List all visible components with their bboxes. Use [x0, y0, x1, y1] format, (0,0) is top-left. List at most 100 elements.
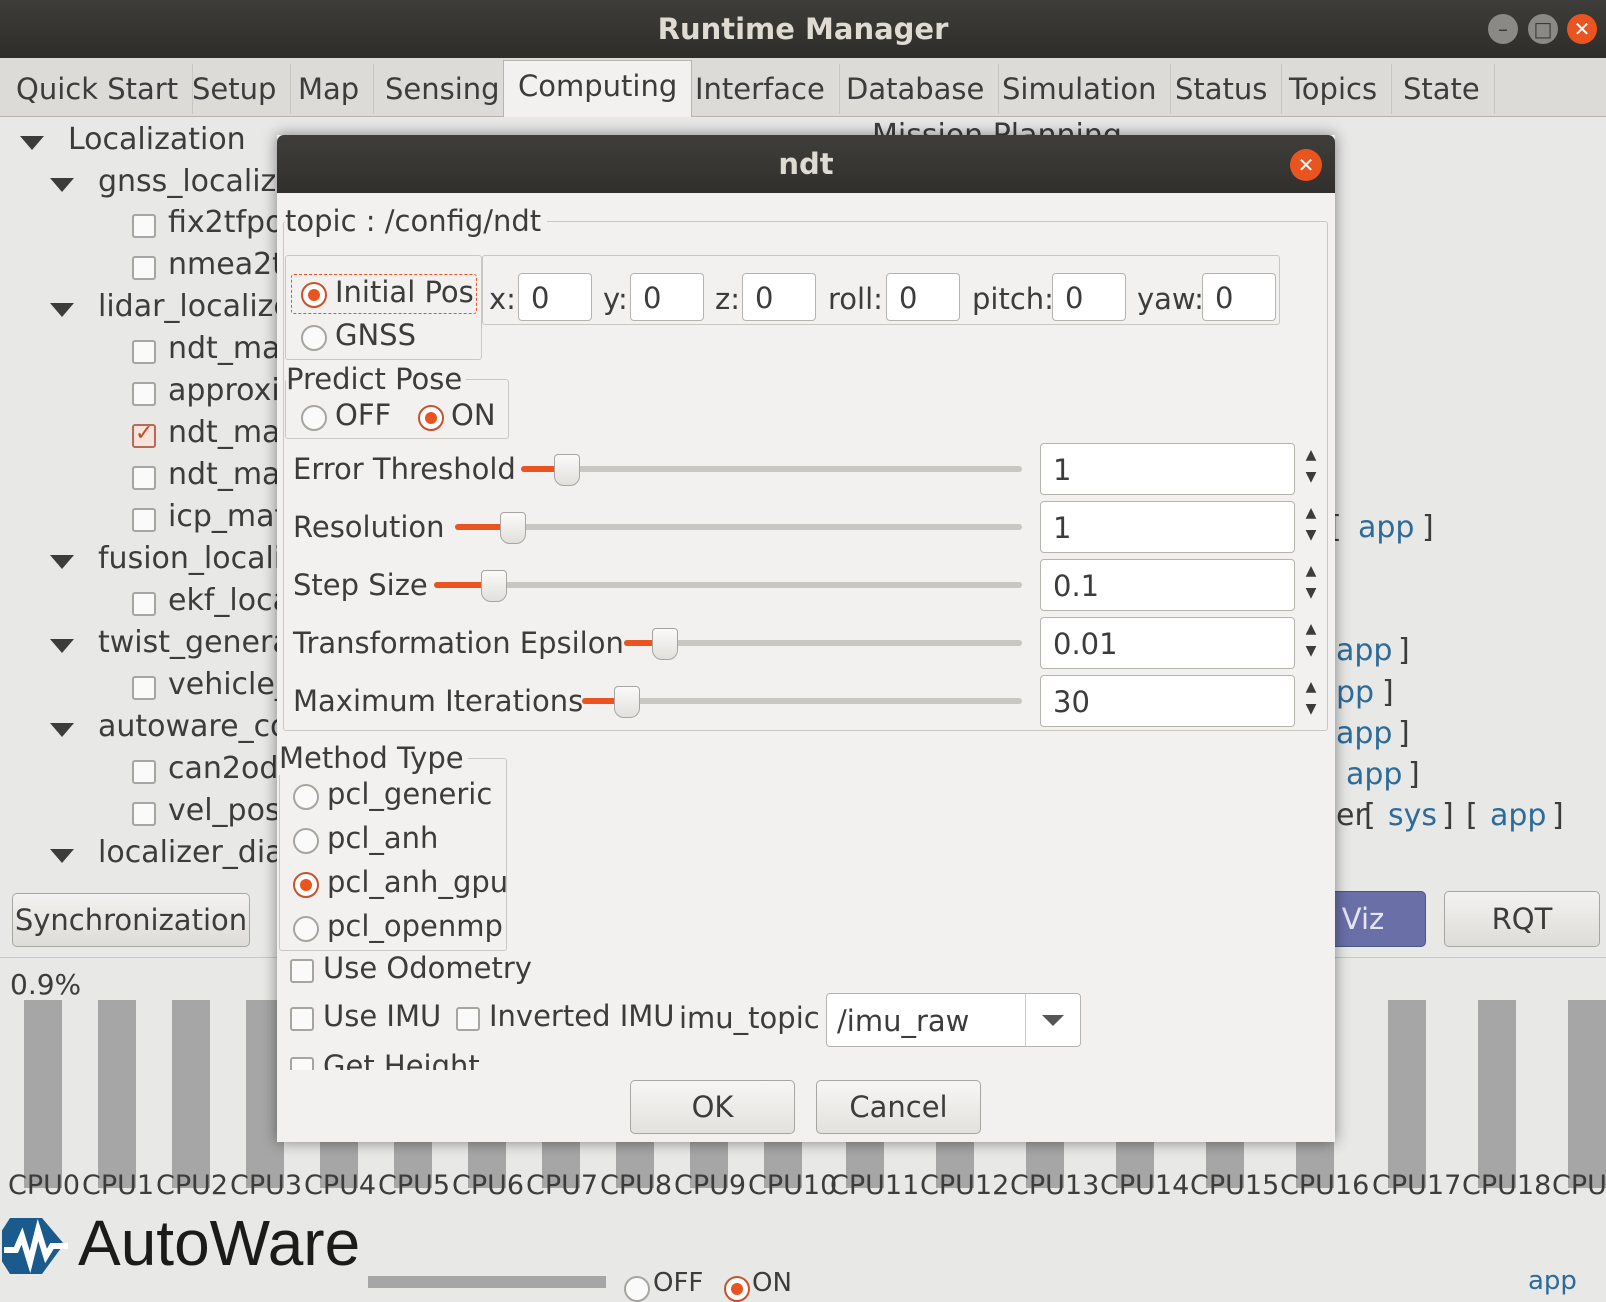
spin-up-icon[interactable]: ▲ — [1303, 447, 1319, 463]
app-link[interactable]: app — [1336, 633, 1392, 668]
tab-status[interactable]: Status — [1161, 64, 1283, 114]
app-link[interactable]: app — [1490, 798, 1546, 833]
inverted-imu-label[interactable]: Inverted IMU — [489, 999, 675, 1033]
get-height-label[interactable]: Get Height — [323, 1052, 480, 1070]
checkbox[interactable] — [132, 466, 156, 490]
predict-off-label[interactable]: OFF — [335, 398, 391, 432]
step-size-slider[interactable] — [434, 570, 1022, 602]
transformation-epsilon-input[interactable]: 0.01 — [1040, 617, 1295, 669]
pcl-openmp-label[interactable]: pcl_openmp — [327, 909, 503, 943]
transformation-epsilon-slider[interactable] — [624, 628, 1022, 660]
tree-localization[interactable]: Localization — [68, 122, 246, 157]
app-link[interactable]: app — [1528, 1266, 1577, 1296]
spin-up-icon[interactable]: ▲ — [1303, 505, 1319, 521]
tab-state[interactable]: State — [1389, 64, 1495, 114]
expand-arrow-icon[interactable] — [50, 723, 74, 737]
expand-arrow-icon[interactable] — [50, 303, 74, 317]
error-threshold-input[interactable]: 1 — [1040, 443, 1295, 495]
app-link[interactable]: pp — [1336, 675, 1374, 710]
tab-database[interactable]: Database — [832, 64, 1000, 114]
chevron-down-icon[interactable] — [1042, 1015, 1064, 1026]
tree-lidar-localizer[interactable]: lidar_localize — [98, 289, 292, 324]
app-link[interactable]: app — [1346, 757, 1402, 792]
expand-arrow-icon[interactable] — [20, 136, 44, 150]
tab-sensing[interactable]: Sensing — [371, 64, 515, 114]
expand-arrow-icon[interactable] — [50, 555, 74, 569]
gnss-label[interactable]: GNSS — [335, 318, 416, 352]
resolution-input[interactable]: 1 — [1040, 501, 1295, 553]
ok-button[interactable]: OK — [630, 1080, 795, 1134]
pcl-anh-gpu-label[interactable]: pcl_anh_gpu — [327, 865, 508, 899]
checkbox[interactable] — [132, 256, 156, 280]
checkbox[interactable] — [132, 214, 156, 238]
rqt-button[interactable]: RQT — [1444, 891, 1600, 947]
predict-on-label[interactable]: ON — [451, 398, 496, 432]
radio-off[interactable] — [624, 1276, 650, 1302]
use-odometry-label[interactable]: Use Odometry — [323, 951, 532, 985]
app-link[interactable]: app — [1358, 510, 1414, 545]
use-odometry-checkbox[interactable] — [290, 959, 314, 983]
spin-down-icon[interactable]: ▼ — [1303, 469, 1319, 485]
spin-down-icon[interactable]: ▼ — [1303, 643, 1319, 659]
radio-pcl-anh[interactable] — [293, 828, 319, 854]
spin-down-icon[interactable]: ▼ — [1303, 527, 1319, 543]
checkbox[interactable] — [132, 508, 156, 532]
get-height-checkbox[interactable] — [290, 1057, 314, 1070]
sys-link[interactable]: sys — [1388, 798, 1437, 833]
spin-up-icon[interactable]: ▲ — [1303, 621, 1319, 637]
checkbox[interactable] — [132, 340, 156, 364]
x-input[interactable]: 0 — [518, 273, 592, 321]
tab-computing[interactable]: Computing — [503, 60, 693, 117]
checkbox-checked[interactable] — [132, 421, 156, 448]
pcl-generic-label[interactable]: pcl_generic — [327, 777, 492, 811]
initial-pos-label[interactable]: Initial Pos — [335, 275, 474, 309]
tree-nmea2tfpose[interactable]: nmea2tf — [168, 247, 295, 282]
imu-topic-combobox[interactable]: /imu_raw — [826, 993, 1081, 1047]
spin-up-icon[interactable]: ▲ — [1303, 679, 1319, 695]
yaw-input[interactable]: 0 — [1202, 273, 1276, 321]
tree-vehicle[interactable]: vehicle_ — [168, 667, 290, 702]
radio-initial-pos[interactable] — [301, 282, 327, 308]
tree-ekf-localizer[interactable]: ekf_loca — [168, 583, 291, 618]
z-input[interactable]: 0 — [742, 273, 816, 321]
tree-icp-matching[interactable]: icp_mat — [168, 499, 286, 534]
tab-topics[interactable]: Topics — [1275, 64, 1393, 114]
tab-interface[interactable]: Interface — [681, 64, 840, 114]
error-threshold-slider[interactable] — [521, 454, 1022, 486]
tab-map[interactable]: Map — [284, 64, 375, 114]
y-input[interactable]: 0 — [630, 273, 704, 321]
tree-twist-generator[interactable]: twist_generat — [98, 625, 302, 660]
radio-predict-on[interactable] — [418, 405, 444, 431]
tab-setup[interactable]: Setup — [178, 64, 292, 114]
tab-simulation[interactable]: Simulation — [988, 64, 1172, 114]
radio-pcl-openmp[interactable] — [293, 916, 319, 942]
radio-gnss[interactable] — [301, 325, 327, 351]
resolution-slider[interactable] — [455, 512, 1022, 544]
maximize-icon[interactable]: □ — [1528, 14, 1558, 44]
tree-fix2tfpose[interactable]: fix2tfpo — [168, 205, 283, 240]
tree-fusion-localizer[interactable]: fusion_localiz — [98, 541, 298, 576]
cancel-button[interactable]: Cancel — [816, 1080, 981, 1134]
close-icon[interactable]: ✕ — [1290, 149, 1322, 181]
maximum-iterations-slider[interactable] — [582, 686, 1022, 718]
expand-arrow-icon[interactable] — [50, 639, 74, 653]
synchronization-button[interactable]: Synchronization — [12, 893, 250, 947]
tree-approximate[interactable]: approxi — [168, 373, 280, 408]
pitch-input[interactable]: 0 — [1052, 273, 1126, 321]
tree-gnss-localizer[interactable]: gnss_localize — [98, 164, 295, 199]
roll-input[interactable]: 0 — [886, 273, 960, 321]
app-link[interactable]: app — [1336, 716, 1392, 751]
checkbox[interactable] — [132, 676, 156, 700]
radio-predict-off[interactable] — [301, 405, 327, 431]
checkbox[interactable] — [132, 802, 156, 826]
radio-on[interactable] — [724, 1276, 750, 1302]
use-imu-label[interactable]: Use IMU — [323, 999, 441, 1033]
pcl-anh-label[interactable]: pcl_anh — [327, 821, 438, 855]
expand-arrow-icon[interactable] — [50, 849, 74, 863]
step-size-input[interactable]: 0.1 — [1040, 559, 1295, 611]
expand-arrow-icon[interactable] — [50, 178, 74, 192]
checkbox[interactable] — [132, 382, 156, 406]
radio-pcl-anh-gpu[interactable] — [293, 872, 319, 898]
close-icon[interactable]: ✕ — [1567, 14, 1597, 44]
tab-quick-start[interactable]: Quick Start — [2, 64, 194, 114]
